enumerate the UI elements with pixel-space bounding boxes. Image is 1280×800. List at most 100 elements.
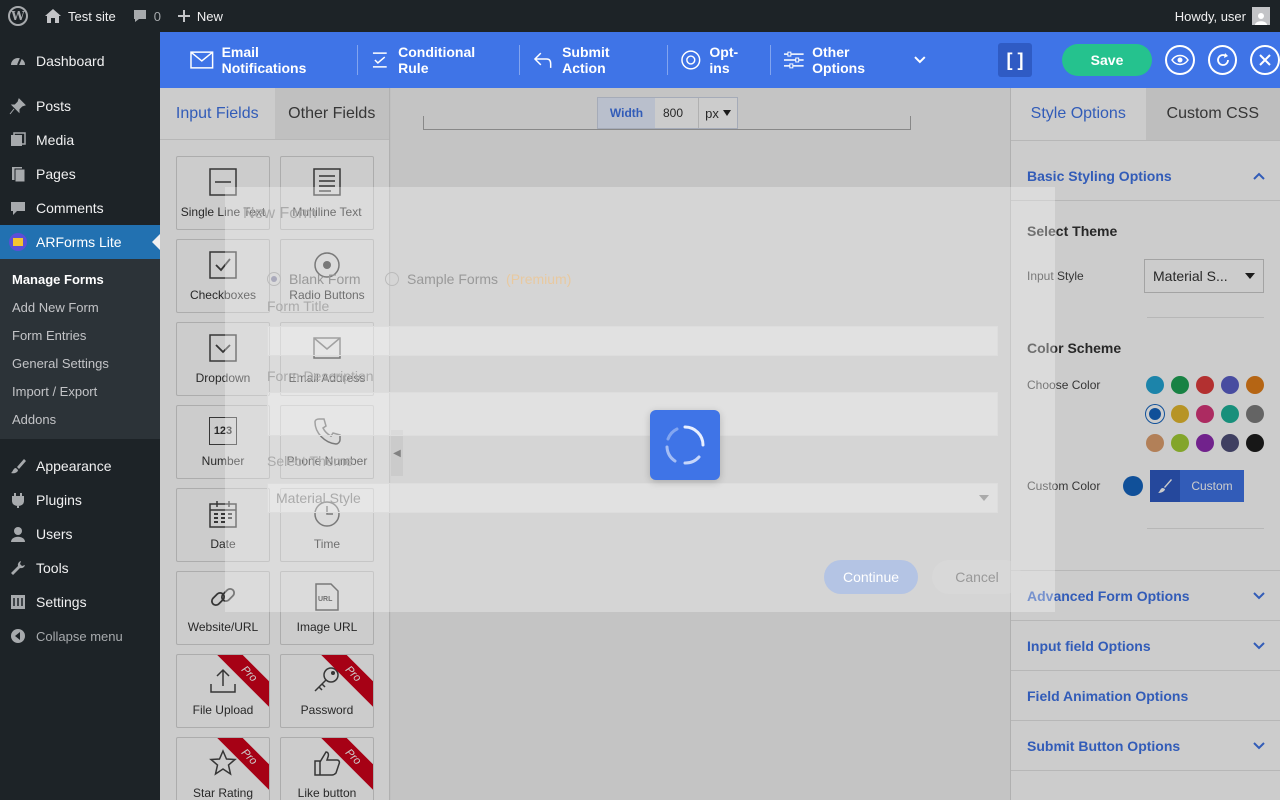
sidebar-item-pages[interactable]: Pages xyxy=(0,157,160,191)
wordpress-icon: W xyxy=(8,6,28,26)
new-form-modal: New Form Blank Form Sample Forms (Premiu… xyxy=(225,187,1055,612)
select-theme-label: Select Theme xyxy=(267,453,354,469)
form-title-input[interactable] xyxy=(267,326,998,356)
wp-logo[interactable]: W xyxy=(0,0,36,32)
close-editor-button[interactable] xyxy=(1250,45,1280,75)
sidebar-label: Users xyxy=(36,526,73,542)
radio-blank-form[interactable]: Blank Form xyxy=(267,271,361,287)
toolbar-label: Submit Action xyxy=(562,44,610,76)
plugin-icon xyxy=(8,491,28,509)
new-label: New xyxy=(196,8,223,24)
site-name: Test site xyxy=(68,8,116,24)
site-name-link[interactable]: Test site xyxy=(36,0,124,32)
form-description-label: Form Description xyxy=(267,368,374,384)
spinner-icon xyxy=(665,425,705,465)
sidebar-label: ARForms Lite xyxy=(36,234,122,250)
form-title-label: Form Title xyxy=(267,298,330,314)
reset-button[interactable] xyxy=(1207,45,1238,75)
settings-icon xyxy=(8,593,28,611)
toolbar-label: Conditional Rule xyxy=(398,44,476,76)
arforms-submenu: Manage Forms Add New Form Form Entries G… xyxy=(0,259,160,439)
howdy-text: Howdy, user xyxy=(1174,8,1246,24)
conditional-rule-button[interactable]: Conditional Rule xyxy=(358,44,521,76)
sidebar-label: Posts xyxy=(36,98,72,114)
media-icon xyxy=(8,131,28,149)
admin-sidebar: Dashboard Posts Media Pages Comments ARF… xyxy=(0,32,160,800)
fullscreen-icon: [ ] xyxy=(1006,49,1024,70)
sidebar-item-users[interactable]: Users xyxy=(0,517,160,551)
form-description-textarea[interactable] xyxy=(267,392,998,436)
email-notifications-button[interactable]: Email Notifications xyxy=(178,44,359,76)
submenu-manage-forms[interactable]: Manage Forms xyxy=(0,265,160,293)
radio-label: Sample Forms xyxy=(407,271,499,287)
sidebar-label: Plugins xyxy=(36,492,82,508)
sidebar-item-tools[interactable]: Tools xyxy=(0,551,160,585)
cancel-button[interactable]: Cancel xyxy=(932,560,1022,594)
collapse-arrow-icon xyxy=(8,628,28,644)
modal-title: New Form xyxy=(243,205,317,222)
account-menu[interactable]: Howdy, user xyxy=(1167,0,1280,32)
pages-icon xyxy=(8,165,28,183)
sidebar-item-plugins[interactable]: Plugins xyxy=(0,483,160,517)
dashboard-icon xyxy=(8,52,28,70)
sliders-icon xyxy=(783,51,804,69)
toolbar-label: Other Options xyxy=(812,44,866,76)
user-icon xyxy=(8,525,28,543)
other-options-dropdown[interactable]: Other Options xyxy=(771,44,939,76)
continue-button[interactable]: Continue xyxy=(824,560,918,594)
submit-action-button[interactable]: Submit Action xyxy=(520,44,668,76)
sidebar-label: Settings xyxy=(36,594,87,610)
radio-icon xyxy=(385,272,399,286)
arforms-icon xyxy=(8,232,28,252)
sidebar-item-posts[interactable]: Posts xyxy=(0,89,160,123)
sidebar-item-arforms[interactable]: ARForms Lite xyxy=(0,225,160,259)
fullscreen-button[interactable]: [ ] xyxy=(998,43,1032,77)
radio-sample-forms[interactable]: Sample Forms (Premium) xyxy=(385,271,571,287)
eye-icon xyxy=(1171,54,1189,66)
pin-icon xyxy=(8,97,28,115)
envelope-icon xyxy=(190,51,214,69)
collapse-label: Collapse menu xyxy=(36,628,123,644)
chevron-down-icon xyxy=(913,56,926,64)
theme-select[interactable]: Material Style xyxy=(267,483,998,513)
wrench-icon xyxy=(8,559,28,577)
comment-icon xyxy=(8,199,28,217)
sidebar-item-appearance[interactable]: Appearance xyxy=(0,449,160,483)
close-icon xyxy=(1259,54,1271,66)
sidebar-item-settings[interactable]: Settings xyxy=(0,585,160,619)
theme-select-value: Material Style xyxy=(276,490,361,506)
sidebar-item-comments[interactable]: Comments xyxy=(0,191,160,225)
comments-link[interactable]: 0 xyxy=(124,0,169,32)
user-silhouette-icon xyxy=(1255,13,1267,25)
submenu-addons[interactable]: Addons xyxy=(0,405,160,433)
radio-label: Blank Form xyxy=(289,271,361,287)
conditional-list-icon xyxy=(373,52,388,68)
caret-down-icon xyxy=(979,495,989,501)
new-content-link[interactable]: New xyxy=(169,0,231,32)
plus-icon xyxy=(177,10,190,22)
submenu-import-export[interactable]: Import / Export xyxy=(0,377,160,405)
toolbar-label: Opt-ins xyxy=(709,44,739,76)
sidebar-item-dashboard[interactable]: Dashboard xyxy=(0,44,160,78)
admin-bar: W Test site 0 New Howdy, user xyxy=(0,0,1280,32)
sidebar-label: Pages xyxy=(36,166,76,182)
premium-badge: (Premium) xyxy=(506,271,572,287)
home-icon xyxy=(45,9,61,23)
sidebar-label: Appearance xyxy=(36,458,112,474)
save-button[interactable]: Save xyxy=(1061,44,1153,76)
toolbar-label: Email Notifications xyxy=(221,44,307,76)
submenu-add-new-form[interactable]: Add New Form xyxy=(0,293,160,321)
submenu-general-settings[interactable]: General Settings xyxy=(0,349,160,377)
loading-spinner xyxy=(650,410,720,480)
sidebar-label: Media xyxy=(36,132,75,148)
submit-arrow-icon xyxy=(534,52,552,68)
sidebar-label: Dashboard xyxy=(36,53,105,69)
optins-button[interactable]: Opt-ins xyxy=(668,44,771,76)
submenu-form-entries[interactable]: Form Entries xyxy=(0,321,160,349)
preview-button[interactable] xyxy=(1165,45,1195,75)
radio-icon xyxy=(267,272,281,286)
refresh-icon xyxy=(1216,53,1229,66)
sidebar-item-media[interactable]: Media xyxy=(0,123,160,157)
form-editor-toolbar: Email Notifications Conditional Rule Sub… xyxy=(160,32,1280,88)
collapse-menu-button[interactable]: Collapse menu xyxy=(0,619,160,653)
